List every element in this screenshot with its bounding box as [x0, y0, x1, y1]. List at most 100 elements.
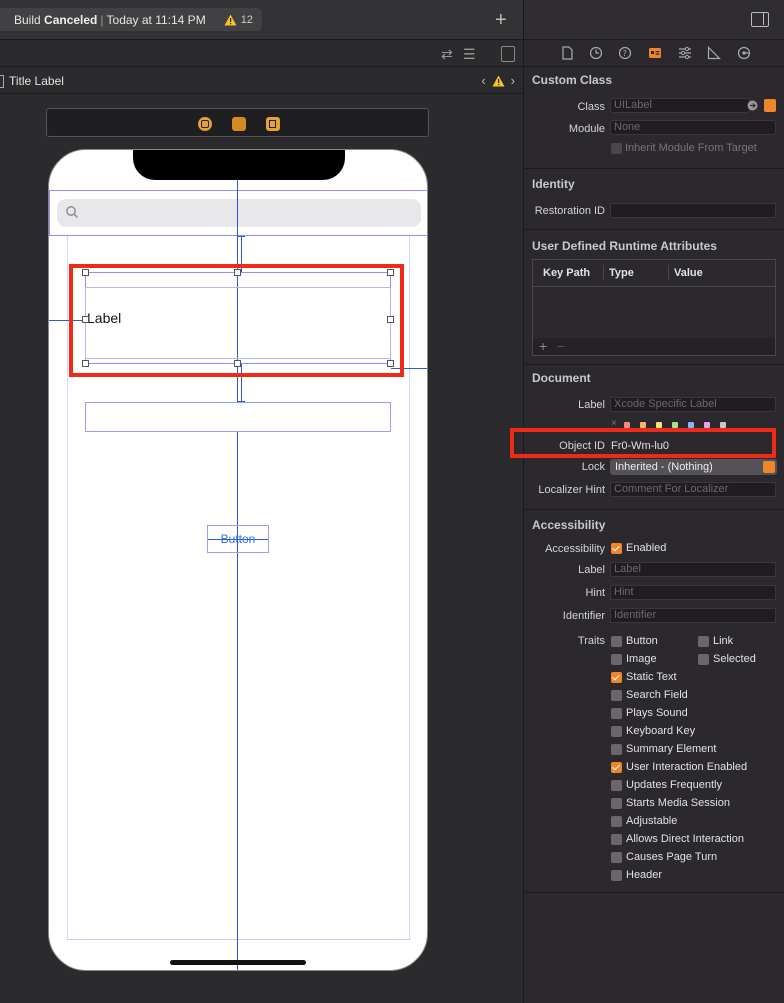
- breadcrumb-title: Title Label: [9, 74, 64, 88]
- label-inner-frame: [85, 287, 391, 359]
- trait-keyboard-key-label: Keyboard Key: [626, 725, 696, 737]
- identity-inspector-icon[interactable]: [648, 46, 662, 60]
- trait-link-label: Link: [713, 635, 734, 647]
- accessibility-divider: [524, 509, 784, 510]
- object-id-label: Object ID: [559, 440, 605, 452]
- resize-handle-top-left[interactable]: [82, 269, 89, 276]
- trait-link-checkbox[interactable]: [698, 636, 709, 647]
- acc-label-field[interactable]: Label: [610, 562, 776, 577]
- title-label[interactable]: Label: [87, 310, 121, 326]
- inherit-module-label: Inherit Module From Target: [625, 142, 757, 154]
- add-attribute-button[interactable]: +: [539, 338, 547, 354]
- color-swatch-gray[interactable]: [720, 422, 726, 428]
- activity-status[interactable]: Build Canceled | Today at 11:14 PM 12: [0, 8, 262, 31]
- accessibility-enabled-checkbox[interactable]: [611, 543, 622, 554]
- trait-image-label: Image: [626, 653, 657, 665]
- scene-dock: [46, 108, 429, 137]
- clear-color-mark[interactable]: ×: [611, 418, 617, 429]
- next-issue-icon[interactable]: ›: [511, 73, 515, 88]
- color-swatch-orange[interactable]: [640, 422, 646, 428]
- resize-handle-bottom[interactable]: [234, 360, 241, 367]
- previous-issue-icon[interactable]: ‹: [481, 73, 485, 88]
- acc-identifier-label: Identifier: [562, 610, 605, 622]
- exit-icon[interactable]: [266, 117, 280, 131]
- trait-keyboard-key-checkbox[interactable]: [611, 726, 622, 737]
- color-swatch-yellow[interactable]: [656, 422, 662, 428]
- color-swatch-green[interactable]: [672, 422, 678, 428]
- safe-area-guide-right: [409, 236, 410, 940]
- trait-causes-page-turn-checkbox[interactable]: [611, 852, 622, 863]
- lock-value: Inherited - (Nothing): [615, 461, 713, 473]
- attributes-inspector-icon[interactable]: [678, 46, 692, 60]
- connections-inspector-icon[interactable]: [737, 46, 751, 60]
- safe-area-guide-left: [67, 236, 68, 940]
- column-value[interactable]: Value: [674, 267, 703, 279]
- trait-selected-checkbox[interactable]: [698, 654, 709, 665]
- warning-indicator[interactable]: 12: [224, 14, 253, 26]
- resize-handle-top-right[interactable]: [387, 269, 394, 276]
- remove-attribute-button[interactable]: −: [557, 338, 565, 354]
- class-field-value: UILabel: [614, 99, 652, 111]
- document-header: Document: [532, 371, 591, 385]
- warning-icon[interactable]: [492, 75, 505, 87]
- restoration-id-field[interactable]: [610, 203, 776, 218]
- adjust-editor-options-icon[interactable]: ☰: [463, 46, 476, 62]
- trait-adjustable-checkbox[interactable]: [611, 816, 622, 827]
- quick-help-icon[interactable]: ?: [618, 46, 632, 60]
- document-label-field[interactable]: Xcode Specific Label: [610, 397, 776, 412]
- object-id-value[interactable]: Fr0-Wm-lu0: [611, 440, 669, 452]
- trait-plays-sound-checkbox[interactable]: [611, 708, 622, 719]
- class-dropdown-icon[interactable]: [764, 99, 776, 112]
- trait-image-checkbox[interactable]: [611, 654, 622, 665]
- resize-handle-top[interactable]: [234, 269, 241, 276]
- resize-handle-bottom-right[interactable]: [387, 360, 394, 367]
- history-inspector-icon[interactable]: [589, 46, 603, 60]
- resize-handle-left[interactable]: [82, 316, 89, 323]
- trait-updates-frequently-label: Updates Frequently: [626, 779, 722, 791]
- trait-updates-frequently-checkbox[interactable]: [611, 780, 622, 791]
- module-field[interactable]: None: [610, 120, 776, 135]
- view-controller-icon[interactable]: [198, 117, 212, 131]
- label-object-icon: [0, 74, 4, 88]
- first-responder-icon[interactable]: [232, 117, 246, 131]
- inherit-module-checkbox[interactable]: [611, 143, 622, 154]
- go-to-class-icon[interactable]: [747, 100, 758, 111]
- resize-handle-bottom-left[interactable]: [82, 360, 89, 367]
- runtime-attributes-table[interactable]: Key Path Type Value + −: [532, 259, 776, 356]
- split-editor-icon[interactable]: [501, 46, 515, 62]
- trait-allows-direct-interaction-checkbox[interactable]: [611, 834, 622, 845]
- color-swatch-purple[interactable]: [704, 422, 710, 428]
- color-swatch-blue[interactable]: [688, 422, 694, 428]
- text-field[interactable]: [85, 402, 391, 432]
- trait-summary-element-checkbox[interactable]: [611, 744, 622, 755]
- acc-hint-field[interactable]: Hint: [610, 585, 776, 600]
- trait-static-text-checkbox[interactable]: [611, 672, 622, 683]
- breadcrumb[interactable]: Title Label: [0, 74, 64, 88]
- trait-starts-media-session-checkbox[interactable]: [611, 798, 622, 809]
- trait-search-field-checkbox[interactable]: [611, 690, 622, 701]
- add-library-icon[interactable]: +: [495, 10, 507, 30]
- column-type[interactable]: Type: [609, 267, 634, 279]
- swap-arrows-icon[interactable]: ⇄: [441, 46, 453, 62]
- module-field-value: None: [614, 121, 641, 133]
- inspector-pane: ? Custom Class Class UILabel Module None…: [523, 0, 784, 1003]
- acc-identifier-field[interactable]: Identifier: [610, 608, 776, 623]
- trait-user-interaction-enabled-checkbox[interactable]: [611, 762, 622, 773]
- canvas-button[interactable]: Button: [207, 532, 269, 546]
- inspector-titlebar: [524, 0, 784, 40]
- color-swatch-red[interactable]: [624, 422, 630, 428]
- file-inspector-icon[interactable]: [560, 46, 574, 60]
- lock-popup[interactable]: Inherited - (Nothing): [610, 459, 777, 475]
- trait-header-label: Header: [626, 869, 663, 881]
- localizer-hint-field[interactable]: Comment For Localizer: [610, 482, 776, 497]
- toggle-inspector-icon[interactable]: [751, 12, 769, 27]
- search-bar[interactable]: [57, 199, 421, 227]
- resize-handle-right[interactable]: [387, 316, 394, 323]
- trait-header-checkbox[interactable]: [611, 870, 622, 881]
- trait-button-checkbox[interactable]: [611, 636, 622, 647]
- warning-count: 12: [240, 13, 253, 26]
- column-key-path[interactable]: Key Path: [543, 267, 590, 279]
- size-inspector-icon[interactable]: [707, 46, 721, 60]
- class-field[interactable]: UILabel: [610, 98, 750, 113]
- svg-text:?: ?: [623, 49, 627, 58]
